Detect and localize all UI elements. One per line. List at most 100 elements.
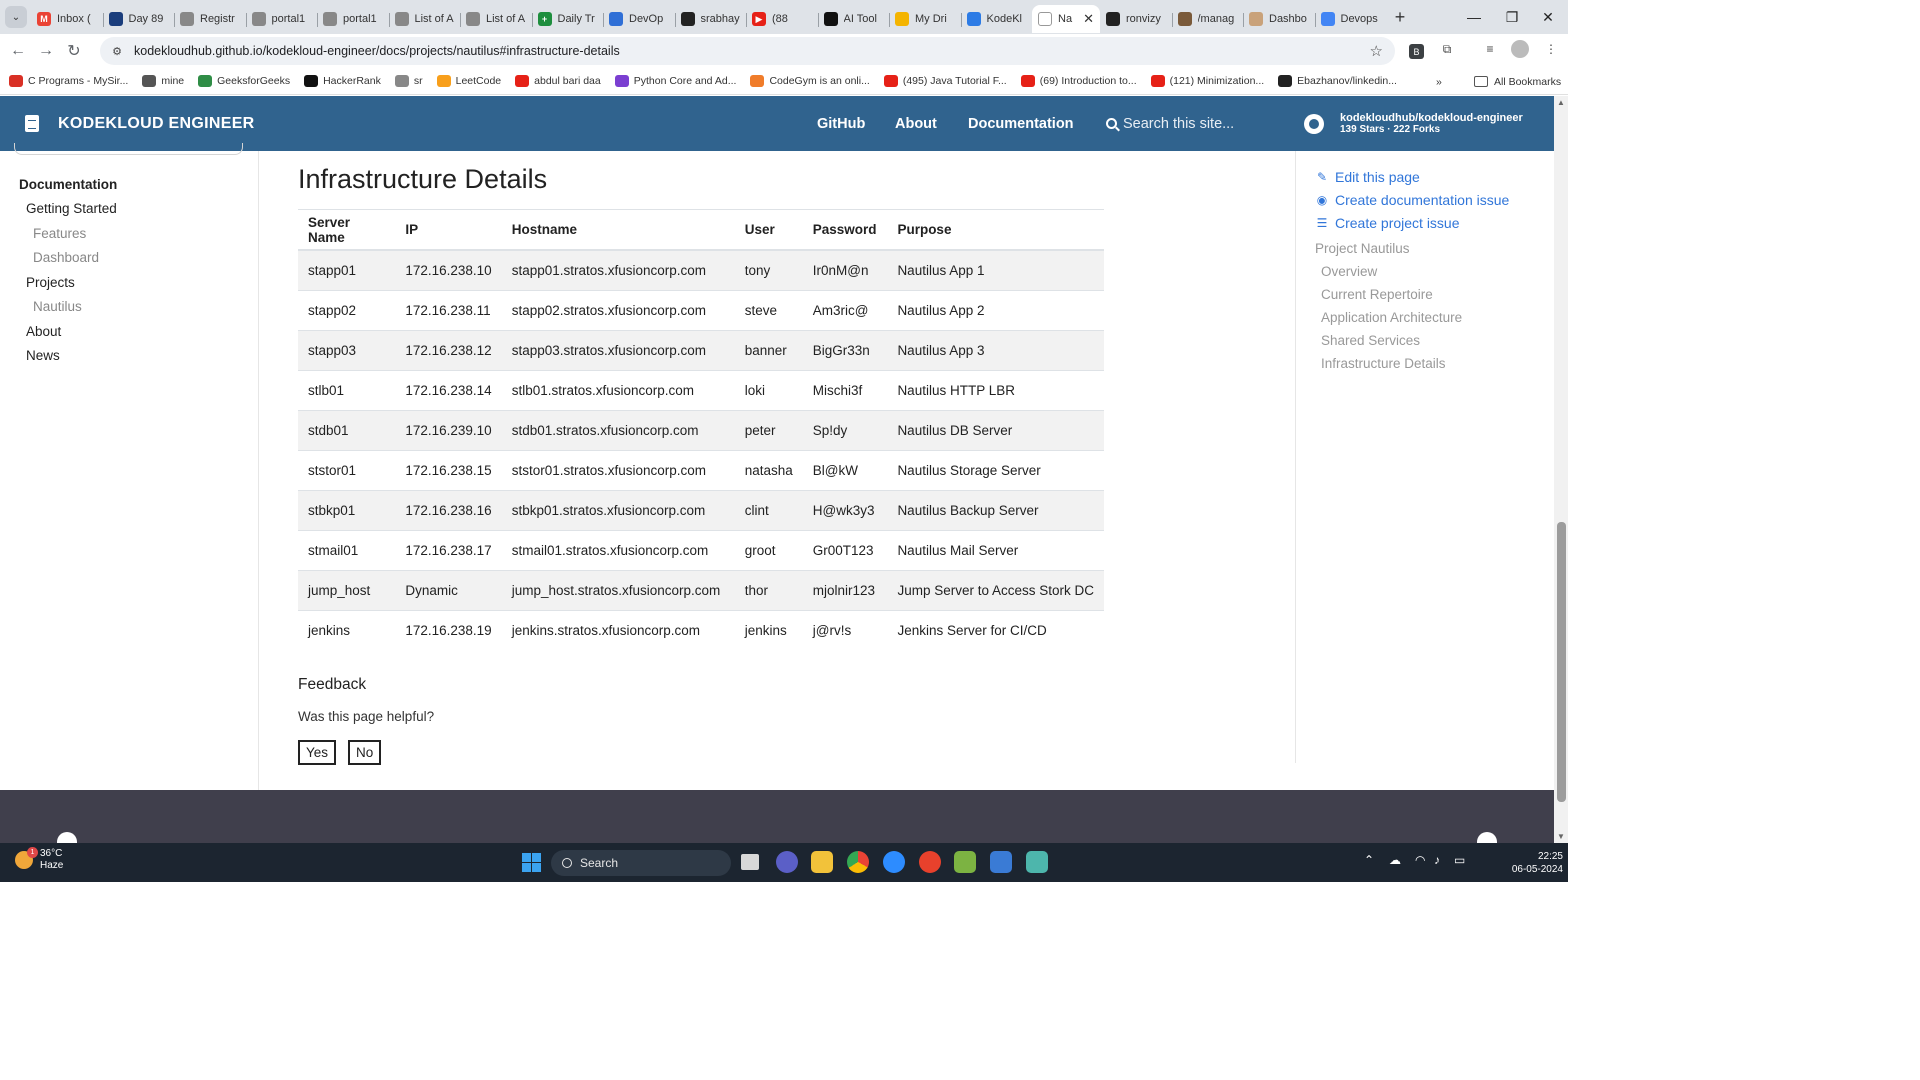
chrome-icon[interactable] xyxy=(847,851,869,873)
volume-icon[interactable]: ♪ xyxy=(1434,853,1440,867)
browser-tab[interactable]: + Daily Tr xyxy=(531,5,604,33)
sidebar-item[interactable]: About xyxy=(26,324,61,339)
back-button[interactable]: ← xyxy=(4,42,32,60)
browser-tab[interactable]: AI Tool xyxy=(817,5,890,33)
onedrive-icon[interactable]: ☁ xyxy=(1389,853,1401,867)
bookmark-item[interactable]: CodeGym is an onli... xyxy=(750,75,870,87)
scrollbar-thumb[interactable] xyxy=(1557,522,1566,802)
toc-item[interactable]: Overview xyxy=(1321,264,1377,279)
nav-github[interactable]: GitHub xyxy=(817,96,865,151)
maximize-button[interactable]: ❐ xyxy=(1492,0,1532,34)
browser-tab[interactable]: srabhay xyxy=(674,5,747,33)
sidebar-item[interactable]: Nautilus xyxy=(33,299,82,314)
tray-overflow-icon[interactable]: ⌃ xyxy=(1364,853,1374,867)
toc-item[interactable]: Infrastructure Details xyxy=(1321,356,1446,371)
zoom-icon[interactable] xyxy=(883,851,905,873)
task-view-icon[interactable] xyxy=(741,854,759,870)
weather-widget[interactable]: 1 36°C Haze xyxy=(15,847,63,872)
browser-tab[interactable]: Registr xyxy=(174,5,246,33)
new-tab-button[interactable]: + xyxy=(1386,7,1414,28)
more-bookmarks-button[interactable]: » xyxy=(1436,68,1442,95)
browser-tab[interactable]: My Dri xyxy=(889,5,961,33)
browser-tab[interactable]: Dashbo xyxy=(1243,5,1315,33)
browser-tab[interactable]: Devops xyxy=(1314,5,1387,33)
toc-item[interactable]: Shared Services xyxy=(1321,333,1420,348)
profile-avatar[interactable] xyxy=(1511,40,1529,58)
bookmark-item[interactable]: (121) Minimization... xyxy=(1150,75,1264,87)
notepad-icon[interactable] xyxy=(954,851,976,873)
browser-menu-icon[interactable]: ⋮ xyxy=(1542,40,1560,58)
media-controls-icon[interactable]: ≡ xyxy=(1481,40,1499,58)
recorder-icon[interactable] xyxy=(919,851,941,873)
system-clock[interactable]: 22:25 06-05-2024 xyxy=(1505,850,1563,876)
browser-tab[interactable]: List of A xyxy=(460,5,532,33)
extensions-puzzle-icon[interactable]: ⧉ xyxy=(1438,40,1456,58)
feedback-yes-button[interactable]: Yes xyxy=(298,740,337,765)
meet-icon[interactable] xyxy=(776,851,798,873)
browser-tab[interactable]: Day 89 xyxy=(102,5,175,33)
bookmark-item[interactable]: LeetCode xyxy=(436,75,501,87)
sidebar-heading-documentation[interactable]: Documentation xyxy=(19,177,117,192)
taskbar-search[interactable]: Search xyxy=(551,850,731,876)
all-bookmarks-button[interactable]: All Bookmarks xyxy=(1474,68,1561,95)
browser-tab[interactable]: portal1 xyxy=(317,5,389,33)
toc-item[interactable]: Current Repertoire xyxy=(1321,287,1433,302)
browser-tab[interactable]: Na ✕ xyxy=(1032,5,1100,33)
minimize-button[interactable]: — xyxy=(1454,0,1494,34)
windows-start-button[interactable] xyxy=(522,853,541,872)
forward-button[interactable]: → xyxy=(32,42,60,60)
bookmark-item[interactable]: (69) Introduction to... xyxy=(1020,75,1137,87)
bookmark-item[interactable]: mine xyxy=(142,75,184,87)
browser-tab[interactable]: List of A xyxy=(388,5,461,33)
site-search[interactable]: Search this site... xyxy=(1106,96,1234,151)
reload-button[interactable]: ↻ xyxy=(60,41,88,61)
browser-tab[interactable]: ronvizy xyxy=(1100,5,1172,33)
wifi-icon[interactable]: ◠ xyxy=(1415,853,1425,867)
url-text[interactable]: kodekloudhub.github.io/kodekloud-enginee… xyxy=(134,44,620,58)
browser-tab[interactable]: M Inbox ( xyxy=(31,5,103,33)
search-input[interactable]: Search this site... xyxy=(1123,116,1234,132)
browser-tab[interactable]: portal1 xyxy=(245,5,318,33)
bookmark-item[interactable]: C Programs - MySir... xyxy=(9,75,128,87)
address-bar[interactable]: ⚙ kodekloudhub.github.io/kodekloud-engin… xyxy=(100,37,1395,65)
create-project-issue-link[interactable]: ☰ Create project issue xyxy=(1315,215,1460,231)
toc-item[interactable]: Application Architecture xyxy=(1321,310,1462,325)
bookmark-item[interactable]: sr xyxy=(394,75,423,87)
close-window-button[interactable]: ✕ xyxy=(1528,0,1568,34)
edit-page-link[interactable]: ✎ Edit this page xyxy=(1315,169,1420,185)
feedback-no-button[interactable]: No xyxy=(348,740,382,765)
nav-about[interactable]: About xyxy=(895,96,937,151)
browser-tab[interactable]: /manag xyxy=(1171,5,1244,33)
extension-icon[interactable]: B xyxy=(1409,44,1424,59)
bookmark-item[interactable]: (495) Java Tutorial F... xyxy=(883,75,1007,87)
bookmark-item[interactable]: Ebazhanov/linkedin... xyxy=(1278,75,1397,87)
create-doc-issue-link[interactable]: ◉ Create documentation issue xyxy=(1315,192,1510,208)
browser-tab[interactable]: KodeKl xyxy=(960,5,1033,33)
repo-link[interactable]: kodekloudhub/kodekloud-engineer 139 Star… xyxy=(1304,96,1523,151)
battery-icon[interactable]: ▭ xyxy=(1454,853,1465,867)
photos-icon[interactable] xyxy=(990,851,1012,873)
sidebar-search-box[interactable] xyxy=(14,143,243,155)
browser-tab[interactable]: DevOp xyxy=(603,5,675,33)
toc-heading[interactable]: Project Nautilus xyxy=(1315,241,1410,256)
bookmark-item[interactable]: HackerRank xyxy=(304,75,381,87)
file-explorer-icon[interactable] xyxy=(811,851,833,873)
bookmark-star-icon[interactable]: ☆ xyxy=(1370,42,1383,60)
sidebar-item[interactable]: Getting Started xyxy=(26,201,117,216)
close-tab-icon[interactable]: ✕ xyxy=(1083,11,1094,27)
brand-link[interactable]: KODEKLOUD ENGINEER xyxy=(25,115,255,133)
tab-search-button[interactable]: ⌄ xyxy=(5,6,27,28)
scroll-down-arrow[interactable]: ▼ xyxy=(1556,832,1566,841)
app-icon[interactable] xyxy=(1026,851,1048,873)
bookmark-item[interactable]: abdul bari daa xyxy=(515,75,601,87)
browser-tab[interactable]: ▶ (88 xyxy=(746,5,818,33)
sidebar-item[interactable]: News xyxy=(26,348,60,363)
site-info-icon[interactable]: ⚙ xyxy=(108,42,126,60)
nav-documentation[interactable]: Documentation xyxy=(968,96,1074,151)
bookmark-item[interactable]: Python Core and Ad... xyxy=(614,75,736,87)
sidebar-item[interactable]: Projects xyxy=(26,275,75,290)
scroll-up-arrow[interactable]: ▲ xyxy=(1556,98,1566,107)
sidebar-item[interactable]: Dashboard xyxy=(33,250,99,265)
sidebar-item[interactable]: Features xyxy=(33,226,86,241)
bookmark-item[interactable]: GeeksforGeeks xyxy=(198,75,290,87)
